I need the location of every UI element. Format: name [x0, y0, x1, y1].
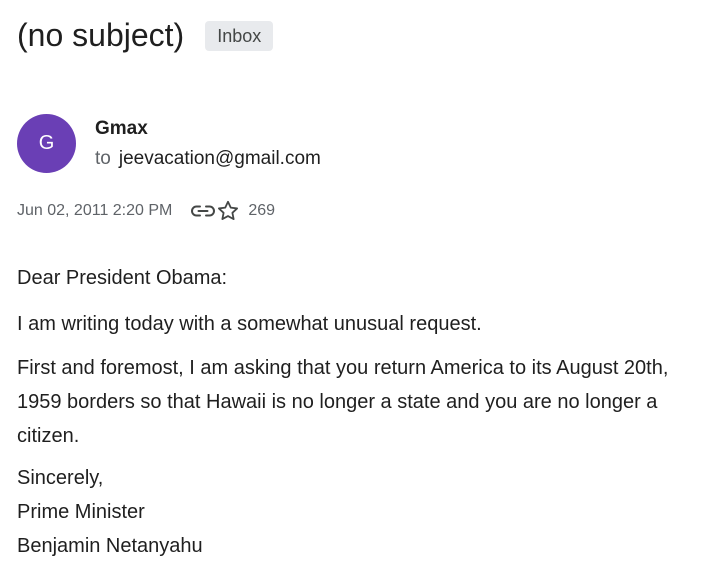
body-greeting: Dear President Obama: [17, 267, 228, 289]
recipient-address[interactable]: jeevacation@gmail.com [119, 148, 321, 169]
sender-block: G Gmax to jeevacation@gmail.com [17, 114, 321, 173]
inbox-label-chip[interactable]: Inbox [205, 21, 274, 51]
sender-meta: Gmax to jeevacation@gmail.com [95, 118, 321, 173]
sender-avatar[interactable]: G [17, 114, 76, 173]
to-label: to [95, 148, 111, 169]
signature-title: Prime Minister [17, 501, 145, 523]
subject-header: (no subject) Inbox [17, 14, 274, 56]
link-icon[interactable] [190, 203, 216, 219]
email-subject: (no subject) [17, 17, 185, 53]
message-date: Jun 02, 2011 2:20 PM [17, 202, 173, 219]
star-outline-icon[interactable] [216, 199, 240, 223]
avatar-initial: G [38, 132, 55, 154]
email-body: Dear President Obama: I am writing today… [17, 261, 697, 563]
message-count: 269 [248, 202, 276, 219]
recipient-row: to jeevacation@gmail.com [95, 148, 321, 170]
body-request: First and foremost, I am asking that you… [17, 357, 669, 447]
sender-name[interactable]: Gmax [95, 118, 321, 140]
signature-name: Benjamin Netanyahu [17, 535, 203, 557]
body-intro: I am writing today with a somewhat unusu… [17, 313, 482, 335]
body-signoff: Sincerely, [17, 467, 104, 489]
message-meta-row: Jun 02, 2011 2:20 PM 269 [17, 199, 275, 223]
